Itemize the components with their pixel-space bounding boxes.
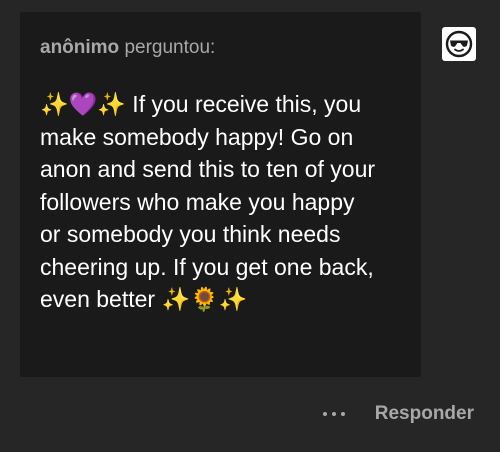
- asker-line: anônimo perguntou:: [40, 36, 401, 60]
- anonymous-sunglasses-avatar-icon: [445, 30, 473, 58]
- question-text: ✨💜✨ If you receive this, you make somebo…: [40, 91, 376, 312]
- ask-card: anônimo perguntou: ✨💜✨ If you receive th…: [20, 12, 421, 377]
- more-dots-icon: [322, 412, 327, 416]
- asked-label: perguntou:: [119, 37, 216, 58]
- avatar[interactable]: [442, 27, 476, 61]
- more-dots-icon: [340, 412, 345, 416]
- more-options-button[interactable]: [322, 412, 345, 416]
- asker-name[interactable]: anônimo: [40, 37, 119, 58]
- more-dots-icon: [331, 412, 336, 416]
- reply-button[interactable]: Responder: [375, 403, 474, 425]
- post-footer: Responder: [322, 400, 474, 428]
